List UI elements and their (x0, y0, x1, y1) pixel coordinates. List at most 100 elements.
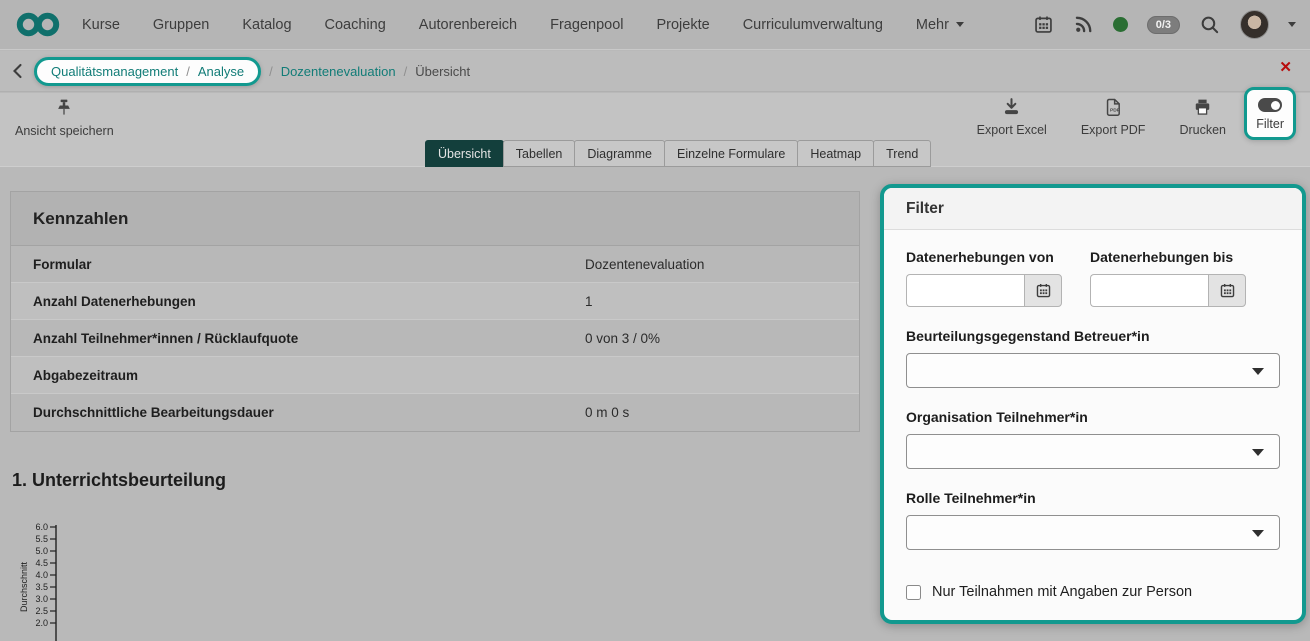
calendar-icon (1035, 282, 1052, 299)
tab-tabellen[interactable]: Tabellen (503, 140, 576, 167)
svg-text:5.5: 5.5 (35, 534, 48, 544)
print-button[interactable]: Drucken (1179, 97, 1226, 137)
chart-ylabel: Durchschnitt (19, 561, 29, 612)
export-excel-label: Export Excel (977, 123, 1047, 137)
file-pdf-icon: PDF (1103, 97, 1124, 118)
table-row: Anzahl Datenerhebungen 1 (11, 283, 859, 320)
chevron-down-icon (1252, 530, 1264, 537)
breadcrumb-analyse[interactable]: Analyse (198, 64, 244, 79)
dropdown-rolle[interactable] (906, 515, 1280, 550)
svg-text:3.0: 3.0 (35, 594, 48, 604)
date-from-input[interactable] (906, 274, 1024, 307)
nav-item-coaching[interactable]: Coaching (325, 17, 386, 33)
user-menu-chevron-icon[interactable] (1288, 22, 1296, 27)
nav-item-katalog[interactable]: Katalog (242, 17, 291, 33)
download-icon (1001, 97, 1022, 118)
print-label: Drucken (1179, 123, 1226, 137)
openolat-logo-icon[interactable] (16, 11, 60, 38)
calendar-icon[interactable] (1033, 14, 1054, 35)
date-to-label: Datenerhebungen bis (1090, 249, 1260, 265)
nav-item-autorenbereich[interactable]: Autorenbereich (419, 17, 517, 33)
row-label: Durchschnittliche Bearbeitungsdauer (11, 405, 585, 420)
top-navigation-bar: Kurse Gruppen Katalog Coaching Autorenbe… (0, 0, 1310, 50)
filter-toggle-button[interactable]: Filter (1244, 87, 1296, 140)
notification-count-badge[interactable]: 0/3 (1147, 16, 1180, 34)
date-to-input[interactable] (1090, 274, 1208, 307)
row-label: Anzahl Datenerhebungen (11, 294, 585, 309)
only-participations-checkbox[interactable] (906, 585, 921, 600)
average-rating-chart: Durchschnitt 6.0 5.5 5.0 4.5 4.0 3.5 3.0… (18, 515, 188, 641)
section-title-unterrichtsbeurteilung: 1. Unterrichtsbeurteilung (12, 470, 226, 491)
date-from-label: Datenerhebungen von (906, 249, 1076, 265)
nav-item-gruppen[interactable]: Gruppen (153, 17, 209, 33)
filter-panel-title: Filter (884, 188, 1302, 230)
save-view-label: Ansicht speichern (15, 124, 114, 138)
breadcrumb-separator: / (269, 64, 273, 79)
topbar-icon-group: 0/3 (1033, 10, 1296, 39)
close-icon[interactable]: ✕ (1279, 60, 1292, 75)
svg-text:2.0: 2.0 (35, 618, 48, 628)
analysis-tabs: Übersicht Tabellen Diagramme Einzelne Fo… (425, 140, 930, 167)
presence-status-icon[interactable] (1113, 17, 1128, 32)
svg-text:2.5: 2.5 (35, 606, 48, 616)
toggle-on-icon (1258, 98, 1282, 112)
nav-item-fragenpool[interactable]: Fragenpool (550, 17, 623, 33)
printer-icon (1192, 97, 1213, 118)
annotation-highlight-breadcrumb: Qualitätsmanagement / Analyse (34, 57, 261, 86)
chevron-down-icon (1252, 368, 1264, 375)
row-label: Anzahl Teilnehmer*innen / Rücklaufquote (11, 331, 585, 346)
tab-uebersicht[interactable]: Übersicht (425, 140, 504, 167)
svg-text:4.0: 4.0 (35, 570, 48, 580)
tab-diagramme[interactable]: Diagramme (574, 140, 665, 167)
tab-einzelne-formulare[interactable]: Einzelne Formulare (664, 140, 798, 167)
row-value: 1 (585, 294, 593, 309)
row-value: Dozentenevaluation (585, 257, 704, 272)
search-icon[interactable] (1199, 14, 1221, 36)
breadcrumb: Qualitätsmanagement / Analyse / Dozenten… (0, 51, 1310, 92)
tab-trend[interactable]: Trend (873, 140, 931, 167)
nav-mehr-label: Mehr (916, 17, 949, 33)
row-value: 0 von 3 / 0% (585, 331, 660, 346)
calendar-icon (1219, 282, 1236, 299)
save-view-button[interactable]: Ansicht speichern (15, 97, 114, 138)
chevron-down-icon (956, 22, 964, 27)
dropdown-label-beurteilungsgegenstand: Beurteilungsgegenstand Betreuer*in (906, 328, 1280, 344)
rss-feed-icon[interactable] (1073, 14, 1094, 35)
dropdown-label-rolle: Rolle Teilnehmer*in (906, 490, 1280, 506)
table-row: Abgabezeitraum (11, 357, 859, 394)
svg-text:4.5: 4.5 (35, 558, 48, 568)
breadcrumb-separator: / (186, 64, 190, 79)
tab-heatmap[interactable]: Heatmap (797, 140, 874, 167)
breadcrumb-uebersicht-current: Übersicht (415, 64, 470, 79)
kennzahlen-panel: Kennzahlen Formular Dozentenevaluation A… (10, 191, 860, 432)
main-menu: Kurse Gruppen Katalog Coaching Autorenbe… (82, 17, 964, 33)
date-from-calendar-button[interactable] (1024, 274, 1062, 307)
svg-text:3.5: 3.5 (35, 582, 48, 592)
only-participations-label: Nur Teilnahmen mit Angaben zur Person (932, 584, 1192, 600)
filter-button-label: Filter (1256, 117, 1284, 131)
back-chevron-icon[interactable] (10, 62, 26, 80)
user-avatar[interactable] (1240, 10, 1269, 39)
dropdown-beurteilungsgegenstand[interactable] (906, 353, 1280, 388)
chevron-down-icon (1252, 449, 1264, 456)
row-label: Formular (11, 257, 585, 272)
table-row: Formular Dozentenevaluation (11, 246, 859, 283)
nav-item-kurse[interactable]: Kurse (82, 17, 120, 33)
row-label: Abgabezeitraum (11, 368, 585, 383)
svg-text:PDF: PDF (1110, 107, 1120, 113)
breadcrumb-qualitaetsmanagement[interactable]: Qualitätsmanagement (51, 64, 178, 79)
date-to-calendar-button[interactable] (1208, 274, 1246, 307)
breadcrumb-dozentenevaluation[interactable]: Dozentenevaluation (281, 64, 396, 79)
table-row: Durchschnittliche Bearbeitungsdauer 0 m … (11, 394, 859, 431)
kennzahlen-title: Kennzahlen (11, 192, 859, 246)
dropdown-organisation[interactable] (906, 434, 1280, 469)
filter-panel: Filter Datenerhebungen von (880, 184, 1306, 624)
dropdown-label-organisation: Organisation Teilnehmer*in (906, 409, 1280, 425)
nav-item-mehr[interactable]: Mehr (916, 17, 964, 33)
export-pdf-button[interactable]: PDF Export PDF (1081, 97, 1146, 137)
export-excel-button[interactable]: Export Excel (977, 97, 1047, 137)
nav-item-projekte[interactable]: Projekte (656, 17, 709, 33)
pin-icon (54, 97, 74, 119)
nav-item-curriculumverwaltung[interactable]: Curriculumverwaltung (743, 17, 883, 33)
breadcrumb-separator: / (404, 64, 408, 79)
